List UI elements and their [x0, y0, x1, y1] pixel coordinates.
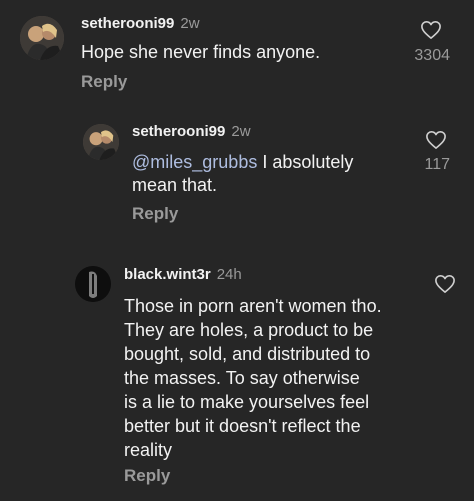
comment-1: setherooni99 2w Hope she never finds anyo…: [0, 0, 474, 100]
avatar-setherooni99[interactable]: [83, 124, 119, 160]
comment-text-line: They are holes, a product to be: [124, 320, 374, 340]
comment-text-line: the masses. To say otherwise: [124, 368, 360, 388]
comment-time: 2w: [180, 15, 200, 32]
heart-outline-icon[interactable]: [425, 130, 447, 155]
comment-3: black.wint3r 24h Those in porn aren't wom…: [0, 255, 474, 501]
comment-time: 24h: [216, 266, 242, 283]
username-text[interactable]: setherooni99: [132, 123, 225, 140]
comment-time: 2w: [231, 123, 251, 140]
heart-outline-icon[interactable]: [434, 274, 456, 299]
comment-text: Hope she never finds anyone.: [81, 42, 321, 62]
reply-button[interactable]: Reply: [81, 72, 127, 92]
username-text[interactable]: black.wint3r: [124, 266, 211, 283]
comment-username[interactable]: setherooni99 2w: [132, 123, 251, 140]
heart-outline-icon[interactable]: [420, 20, 442, 45]
like-count: 117: [424, 156, 450, 173]
comment-text-line: bought, sold, and distributed to: [124, 344, 371, 364]
avatar-setherooni99[interactable]: [20, 16, 64, 60]
comment-text-line: is a lie to make yourselves feel: [124, 392, 370, 412]
comment-text-line: Those in porn aren't women tho.: [124, 296, 382, 316]
comment-username[interactable]: black.wint3r 24h: [124, 266, 242, 283]
comment-text-line: reality: [124, 440, 173, 460]
reply-button[interactable]: Reply: [132, 204, 178, 224]
username-text[interactable]: setherooni99: [81, 15, 174, 32]
comment-text: @miles_grubbs I absolutely mean that.: [132, 151, 392, 197]
reply-button[interactable]: Reply: [124, 466, 170, 486]
comment-text-line1: I absolutely: [257, 152, 354, 172]
like-count: 3304: [414, 47, 450, 64]
comment-text-line: better but it doesn't reflect the: [124, 416, 361, 436]
comment-username[interactable]: setherooni99 2w: [81, 15, 200, 32]
comment-text-line2: mean that.: [132, 175, 218, 195]
mention-link[interactable]: @miles_grubbs: [132, 152, 257, 172]
avatar-black-wint3r[interactable]: [75, 266, 111, 302]
comment-2: setherooni99 2w @miles_grubbs I absolutel…: [0, 110, 474, 230]
comment-text: Those in porn aren't women tho. They are…: [124, 294, 424, 462]
